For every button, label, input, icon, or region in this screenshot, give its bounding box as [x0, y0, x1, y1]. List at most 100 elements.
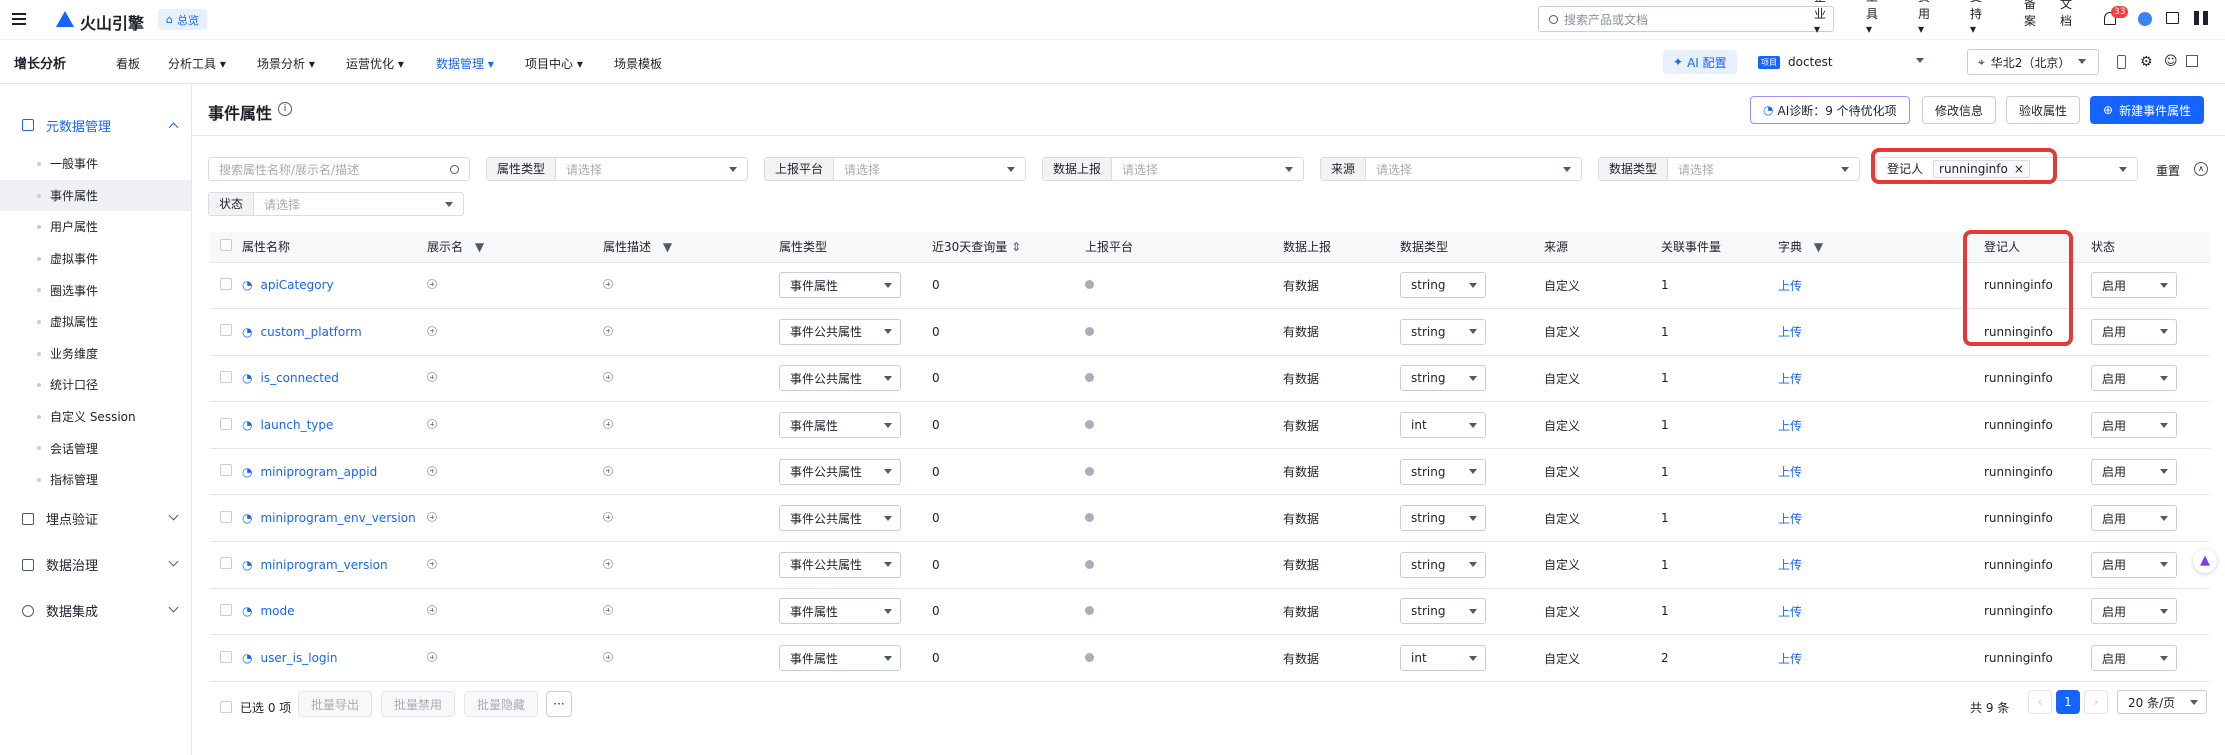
nav-item-operation[interactable]: 运营优化 ▾	[346, 55, 404, 72]
add-display-name-icon[interactable]	[427, 279, 437, 290]
project-select[interactable]: 项目 doctest	[1752, 49, 1942, 75]
cart-icon[interactable]	[2166, 12, 2179, 24]
ai-diagnosis-button[interactable]: ◔ AI诊断：9 个待优化项	[1750, 96, 1910, 124]
overview-button[interactable]: ⌂ 总览	[158, 9, 207, 30]
menu-icon[interactable]	[12, 13, 26, 25]
top-link-docs[interactable]: 文档	[2060, 0, 2072, 29]
mobile-icon[interactable]	[2117, 55, 2126, 69]
col-display-name[interactable]: 展示名 ▼	[427, 232, 603, 263]
add-display-name-icon[interactable]	[427, 419, 437, 430]
create-event-property-button[interactable]: ⊕ 新建事件属性	[2090, 96, 2205, 124]
sidebar-item-general-events[interactable]: 一般事件	[0, 148, 191, 180]
property-type-select[interactable]: 事件公共属性	[779, 505, 901, 532]
sidebar-group-data-integration[interactable]: 数据集成	[0, 588, 191, 634]
row-checkbox[interactable]	[220, 650, 232, 663]
property-type-select[interactable]: 事件公共属性	[779, 365, 901, 392]
status-select[interactable]: 启用	[2091, 412, 2177, 439]
region-select[interactable]: ⌖ 华北2（北京）	[1967, 49, 2099, 75]
search-properties-input[interactable]: 搜索属性名称/展示名/描述	[208, 157, 470, 181]
ai-config-button[interactable]: ✦ AI 配置	[1663, 50, 1737, 74]
property-type-select[interactable]: 事件公共属性	[779, 318, 901, 345]
batch-export-button[interactable]: 批量导出	[298, 691, 372, 717]
add-display-name-icon[interactable]	[427, 652, 437, 663]
add-display-name-icon[interactable]	[427, 558, 437, 569]
property-name-link[interactable]: apiCategory	[260, 278, 333, 292]
dictionary-upload-link[interactable]: 上传	[1778, 652, 1802, 666]
sidebar-item-indicator-management[interactable]: 指标管理	[0, 464, 191, 496]
row-checkbox[interactable]	[220, 510, 232, 523]
filter-source[interactable]: 来源 请选择	[1320, 157, 1582, 181]
top-link-enterprise[interactable]: 企业 ▾	[1814, 0, 1826, 36]
top-link-billing[interactable]: 费用 ▾	[1918, 0, 1930, 36]
top-link-support[interactable]: 支持 ▾	[1970, 0, 1982, 36]
nav-item-project-center[interactable]: 项目中心 ▾	[525, 55, 583, 72]
property-name-link[interactable]: user_is_login	[260, 651, 337, 665]
add-display-name-icon[interactable]	[427, 512, 437, 523]
info-icon[interactable]: i	[278, 102, 292, 116]
filter-property-type[interactable]: 属性类型 请选择	[486, 157, 748, 181]
status-select[interactable]: 启用	[2091, 458, 2177, 485]
filter-data-report[interactable]: 数据上报 请选择	[1042, 157, 1304, 181]
brand-name[interactable]: 火山引擎	[80, 10, 144, 34]
row-checkbox[interactable]	[220, 277, 232, 290]
add-description-icon[interactable]	[603, 652, 613, 663]
sidebar-group-metadata[interactable]: 元数据管理	[0, 102, 191, 148]
dictionary-upload-link[interactable]: 上传	[1778, 605, 1802, 619]
sort-icon[interactable]: ⇕	[1011, 240, 1021, 254]
add-description-icon[interactable]	[603, 419, 613, 430]
add-description-icon[interactable]	[603, 605, 613, 616]
col-queries-30d[interactable]: 近30天查询量 ⇕	[932, 232, 1085, 263]
sidebar-item-virtual-properties[interactable]: 虚拟属性	[0, 306, 191, 338]
select-all-checkbox[interactable]	[220, 239, 232, 252]
property-name-link[interactable]: launch_type	[260, 418, 333, 432]
row-checkbox[interactable]	[220, 417, 232, 430]
dictionary-upload-link[interactable]: 上传	[1778, 465, 1802, 479]
row-checkbox[interactable]	[220, 370, 232, 383]
status-select[interactable]: 启用	[2091, 598, 2177, 625]
page-size-select[interactable]: 20 条/页	[2117, 690, 2207, 714]
sidebar-item-custom-session[interactable]: 自定义 Session	[0, 401, 191, 433]
filter-icon[interactable]: ▼	[1814, 240, 1823, 254]
prev-page-button[interactable]: ‹	[2028, 690, 2052, 714]
gear-icon[interactable]: ⚙	[2140, 54, 2153, 70]
verify-properties-button[interactable]: 验收属性	[2006, 96, 2081, 124]
user-avatar-icon[interactable]	[2138, 12, 2152, 26]
dictionary-upload-link[interactable]: 上传	[1778, 512, 1802, 526]
add-description-icon[interactable]	[603, 372, 613, 383]
sidebar-item-event-properties[interactable]: 事件属性	[0, 179, 191, 212]
nav-item-analysis-tools[interactable]: 分析工具 ▾	[168, 55, 226, 72]
data-type-select[interactable]: string	[1400, 272, 1486, 299]
sidebar-item-session-management[interactable]: 会话管理	[0, 432, 191, 464]
data-type-select[interactable]: string	[1400, 598, 1486, 625]
reset-link[interactable]: 重置	[2156, 162, 2180, 179]
top-link-tools[interactable]: 工具 ▾	[1866, 0, 1878, 36]
add-description-icon[interactable]	[603, 465, 613, 476]
more-actions-button[interactable]: ···	[546, 691, 572, 717]
row-checkbox[interactable]	[220, 464, 232, 477]
property-name-link[interactable]: miniprogram_appid	[260, 465, 377, 479]
filter-data-type[interactable]: 数据类型 请选择	[1598, 157, 1860, 181]
dictionary-upload-link[interactable]: 上传	[1778, 372, 1802, 386]
data-type-select[interactable]: int	[1400, 645, 1486, 672]
add-display-name-icon[interactable]	[427, 605, 437, 616]
data-type-select[interactable]: string	[1400, 365, 1486, 392]
sidebar-group-tracking-verification[interactable]: 埋点验证	[0, 496, 191, 542]
next-page-button[interactable]: ›	[2084, 690, 2108, 714]
data-type-select[interactable]: string	[1400, 458, 1486, 485]
add-description-icon[interactable]	[603, 325, 613, 336]
sidebar-item-business-dimensions[interactable]: 业务维度	[0, 338, 191, 370]
batch-hide-button[interactable]: 批量隐藏	[464, 691, 538, 717]
row-checkbox[interactable]	[220, 557, 232, 570]
nav-item-data-management[interactable]: 数据管理 ▾	[436, 55, 494, 72]
property-name-link[interactable]: custom_platform	[260, 325, 361, 339]
dictionary-upload-link[interactable]: 上传	[1778, 279, 1802, 293]
edit-info-button[interactable]: 修改信息	[1922, 96, 1997, 124]
property-type-select[interactable]: 事件属性	[779, 645, 901, 672]
filter-icon[interactable]: ▼	[663, 240, 672, 254]
filter-report-platform[interactable]: 上报平台 请选择	[764, 157, 1026, 181]
row-checkbox[interactable]	[220, 603, 232, 616]
add-display-name-icon[interactable]	[427, 465, 437, 476]
status-select[interactable]: 启用	[2091, 272, 2177, 299]
data-type-select[interactable]: string	[1400, 318, 1486, 345]
sidebar-group-data-governance[interactable]: 数据治理	[0, 542, 191, 588]
